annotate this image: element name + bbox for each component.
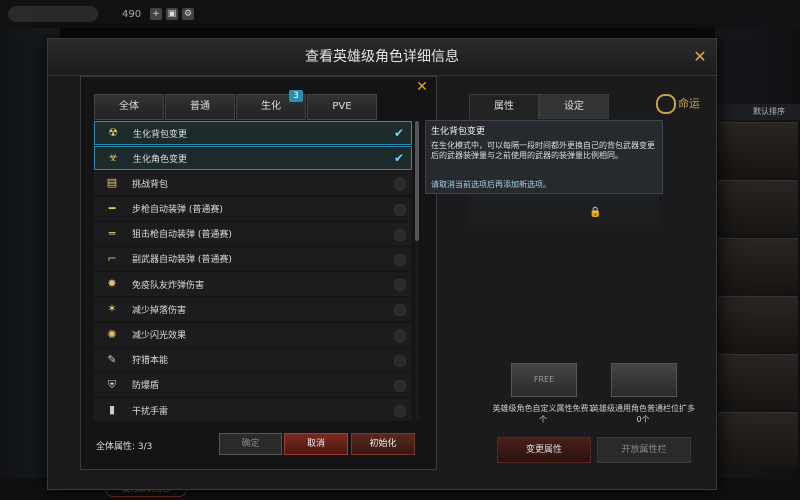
checkbox[interactable] xyxy=(394,329,406,342)
option-row[interactable]: ☣ 生化角色变更 ✔ xyxy=(94,146,412,171)
option-label: 生化背包变更 xyxy=(133,129,188,140)
brand-logo: 命运 xyxy=(656,93,708,115)
sort-label[interactable]: 默认排序 xyxy=(715,104,800,120)
explosion-icon: ✸ xyxy=(107,277,117,291)
custom-attribute-card[interactable]: FREE xyxy=(511,363,577,397)
tab-settings[interactable]: 设定 xyxy=(539,94,609,120)
sniper-icon: ═ xyxy=(108,226,116,240)
option-label: 狙击枪自动装弹 (普通赛) xyxy=(132,230,232,241)
tooltip-description: 在生化模式中，可以每隔一段时间都外更换自己的背包武器变更后的武器装弹量与之前使用… xyxy=(431,141,655,160)
selector-footer: 全体属性: 3/3 确定 取消 初始化 xyxy=(94,433,424,459)
option-label: 狩猎本能 xyxy=(132,356,169,367)
checkbox[interactable] xyxy=(394,203,406,216)
checkbox[interactable] xyxy=(394,405,406,418)
option-label: 步枪自动装弹 (普通赛) xyxy=(132,205,223,216)
tab-normal[interactable]: 普通 xyxy=(165,94,235,120)
option-row[interactable]: ▮ 干扰手雷 xyxy=(94,398,412,421)
close-icon[interactable]: ✕ xyxy=(692,49,708,65)
open-attribute-slot-button[interactable]: 开放属性栏 xyxy=(597,437,691,463)
change-attribute-button[interactable]: 变更属性 xyxy=(497,437,591,463)
character-portrait[interactable] xyxy=(718,238,798,294)
tooltip-title: 生化背包变更 xyxy=(431,127,486,137)
backpack-icon: ▤ xyxy=(106,176,118,190)
tab-count-badge: 3 xyxy=(289,90,303,102)
filter-tabs: 全体 普通 生化 3 PVE xyxy=(94,90,378,120)
checkbox[interactable] xyxy=(394,178,406,191)
total-attributes: 全体属性: 3/3 xyxy=(96,442,153,452)
reset-button[interactable]: 初始化 xyxy=(351,433,415,455)
option-row[interactable]: ⌐ 副武器自动装弹 (普通赛) xyxy=(94,246,412,271)
option-label: 免疫队友炸弹伤害 xyxy=(132,280,205,291)
checkbox[interactable] xyxy=(394,279,406,292)
attribute-selector: 全体 普通 生化 3 PVE ☢ 生化背包变更 ✔ ☣ 生化角色变更 ✔ ▤ 挑… xyxy=(80,76,437,470)
card-caption: 英雄级角色自定义属性免费1个 xyxy=(492,404,594,424)
option-row[interactable]: ☢ 生化背包变更 ✔ xyxy=(94,121,412,145)
top-value: 490 xyxy=(122,9,142,20)
add-icon[interactable]: + xyxy=(150,8,162,20)
slot-card-image xyxy=(612,364,676,396)
character-portrait[interactable] xyxy=(718,180,798,236)
tab-all[interactable]: 全体 xyxy=(94,94,164,120)
card-caption: 英雄级通用角色普通栏位扩多0个 xyxy=(591,404,695,424)
tab-attributes[interactable]: 属性 xyxy=(469,94,539,120)
option-row[interactable]: ━ 步枪自动装弹 (普通赛) xyxy=(94,196,412,221)
option-label: 副武器自动装弹 (普通赛) xyxy=(132,255,232,266)
option-row[interactable]: ⛨ 防爆盾 xyxy=(94,372,412,397)
flash-icon: ✺ xyxy=(107,327,117,341)
modal-title: 查看英雄级角色详细信息 xyxy=(48,39,716,76)
option-label: 减少掉落伤害 xyxy=(132,305,187,316)
option-tooltip: 生化背包变更 在生化模式中，可以每隔一段时间都外更换自己的背包武器变更后的武器装… xyxy=(425,120,663,194)
character-portrait[interactable] xyxy=(718,296,798,352)
biohazard-character-icon: ☣ xyxy=(108,151,118,165)
biohazard-backpack-icon: ☢ xyxy=(108,126,118,139)
checkmark-icon[interactable]: ✔ xyxy=(393,127,405,139)
gift-icon[interactable]: ▣ xyxy=(166,8,178,20)
grenade-icon: ▮ xyxy=(108,403,116,417)
top-bar: 490 + ▣ ⚙ xyxy=(0,0,800,28)
tooltip-note: 请取消当前选项后再添加新选项。 xyxy=(431,180,551,189)
rifle-icon: ━ xyxy=(108,201,116,215)
option-label: 挑战背包 xyxy=(132,179,169,190)
checkmark-icon[interactable]: ✔ xyxy=(393,152,405,164)
option-label: 减少闪光效果 xyxy=(132,331,187,341)
option-row[interactable]: ✶ 减少掉落伤害 xyxy=(94,297,412,322)
logo-text: 命运 xyxy=(678,97,700,110)
right-tabs: 属性 设定 xyxy=(469,94,609,120)
list-scrollbar[interactable] xyxy=(415,121,419,421)
option-row[interactable]: ✎ 狩猎本能 xyxy=(94,347,412,372)
lock-icon: 🔒 xyxy=(589,207,602,218)
option-row[interactable]: ▤ 挑战背包 xyxy=(94,171,412,196)
option-label: 防爆盾 xyxy=(132,381,160,392)
slot-expand-card[interactable] xyxy=(611,363,677,397)
pistol-icon: ⌐ xyxy=(107,251,117,265)
top-pill xyxy=(8,6,98,22)
character-portrait[interactable] xyxy=(718,354,798,410)
tab-biohazard-label: 生化 xyxy=(261,101,281,112)
scrollbar-thumb[interactable] xyxy=(415,121,419,241)
option-row[interactable]: ✺ 减少闪光效果 xyxy=(94,322,412,347)
checkbox[interactable] xyxy=(394,354,406,367)
checkbox[interactable] xyxy=(394,253,406,266)
tab-biohazard[interactable]: 生化 3 xyxy=(236,90,306,120)
checkbox[interactable] xyxy=(394,228,406,241)
free-card-image: FREE xyxy=(533,375,555,384)
character-portrait[interactable] xyxy=(718,412,798,468)
checkbox[interactable] xyxy=(394,379,406,392)
confirm-button[interactable]: 确定 xyxy=(219,433,282,455)
shield-icon: ⛨ xyxy=(107,377,117,391)
character-portrait[interactable] xyxy=(718,122,798,178)
option-list: ☢ 生化背包变更 ✔ ☣ 生化角色变更 ✔ ▤ 挑战背包 ━ 步枪自动装弹 (普… xyxy=(94,121,412,421)
instinct-icon: ✎ xyxy=(107,352,117,366)
option-label: 干扰手雷 xyxy=(132,406,169,417)
option-label: 生化角色变更 xyxy=(133,154,188,165)
close-icon[interactable]: ✕ xyxy=(415,80,429,94)
checkbox[interactable] xyxy=(394,304,406,317)
option-row[interactable]: ✸ 免疫队友炸弹伤害 xyxy=(94,272,412,297)
logo-ring-icon xyxy=(656,94,676,114)
cancel-button[interactable]: 取消 xyxy=(284,433,348,455)
fall-icon: ✶ xyxy=(107,302,117,316)
option-row[interactable]: ═ 狙击枪自动装弹 (普通赛) xyxy=(94,221,412,246)
tab-pve[interactable]: PVE xyxy=(307,94,377,120)
settings-icon[interactable]: ⚙ xyxy=(182,8,194,20)
